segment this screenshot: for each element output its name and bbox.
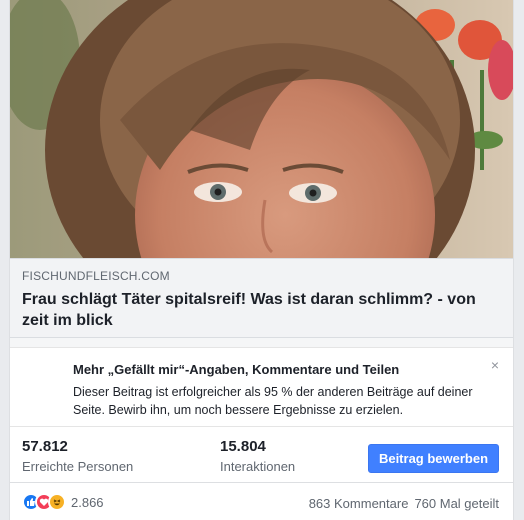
boost-post-button[interactable]: Beitrag bewerben xyxy=(368,444,499,473)
haha-icon xyxy=(48,493,66,511)
engagement-counts: 863 Kommentare 760 Mal geteilt xyxy=(309,496,499,511)
notice-body: Dieser Beitrag ist erfolgreicher als 95 … xyxy=(73,385,473,417)
engagement-value: 15.804 xyxy=(220,438,266,455)
post-photo[interactable] xyxy=(10,0,513,258)
link-domain: FISCHUNDFLEISCH.COM xyxy=(22,269,170,283)
post-stats: 57.812 Erreichte Personen 15.804 Interak… xyxy=(10,428,513,483)
reach-label: Erreichte Personen xyxy=(22,459,134,474)
reactions-summary[interactable]: 2.866 xyxy=(22,493,104,511)
reaction-count: 2.866 xyxy=(71,494,104,510)
close-icon[interactable]: × xyxy=(491,358,499,372)
separator xyxy=(10,338,513,348)
post-footer: 2.866 863 Kommentare 760 Mal geteilt xyxy=(10,484,513,520)
notice-title: Mehr „Gefällt mir“-Angaben, Kommentare u… xyxy=(73,362,400,377)
comments-count-link[interactable]: 863 Kommentare xyxy=(309,496,409,511)
engagement-stat[interactable]: 15.804 Interaktionen xyxy=(220,437,295,476)
shares-count-link[interactable]: 760 Mal geteilt xyxy=(414,496,499,511)
boost-notice: Mehr „Gefällt mir“-Angaben, Kommentare u… xyxy=(10,349,513,427)
link-preview[interactable]: FISCHUNDFLEISCH.COM Frau schlägt Täter s… xyxy=(10,258,513,338)
link-title[interactable]: Frau schlägt Täter spitalsreif! Was ist … xyxy=(22,289,501,331)
engagement-label: Interaktionen xyxy=(220,459,296,474)
woman-portrait-image xyxy=(10,0,513,258)
post-card: FISCHUNDFLEISCH.COM Frau schlägt Täter s… xyxy=(9,0,514,520)
reach-value: 57.812 xyxy=(22,438,68,455)
reach-stat[interactable]: 57.812 Erreichte Personen xyxy=(22,437,133,476)
